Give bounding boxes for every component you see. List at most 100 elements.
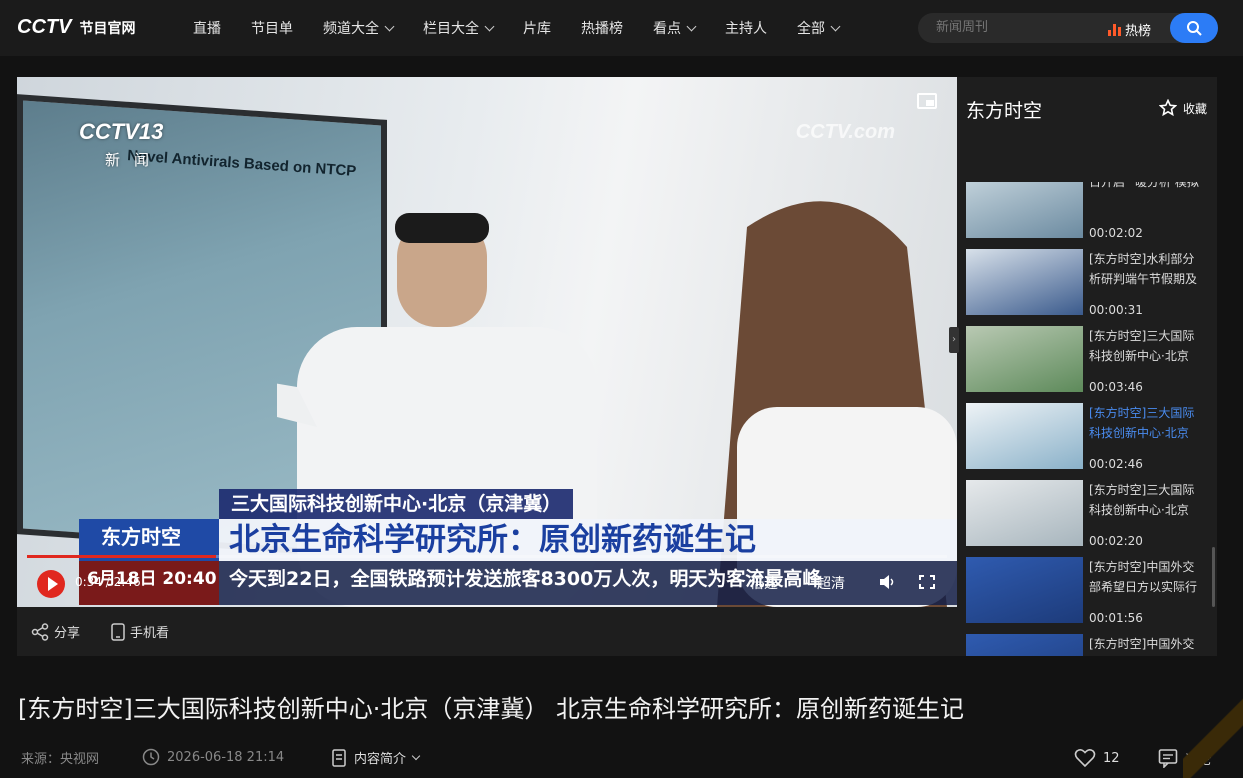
playlist-item-duration: 00:00:31 [1089, 303, 1143, 317]
panel-collapse-toggle[interactable]: › [949, 327, 959, 353]
video-thumbnail [966, 634, 1083, 656]
decorative-corner [1183, 660, 1243, 778]
nav-item[interactable]: 看点 [653, 18, 697, 38]
nav-item[interactable]: 主持人 [725, 18, 767, 38]
video-player[interactable]: Novel Antivirals Based on NTCP CCTV13 新闻… [17, 77, 957, 607]
search-input[interactable] [936, 13, 1096, 43]
nav-item[interactable]: 节目单 [251, 18, 293, 38]
play-icon [47, 577, 58, 591]
nav-item[interactable]: 栏目大全 [423, 18, 495, 38]
caption-top: 三大国际科技创新中心·北京（京津冀） [219, 489, 574, 519]
chevron-down-icon [686, 21, 697, 31]
channel-logo: CCTV13 [79, 119, 164, 144]
top-navbar: CCTV 节目官网 直播 节目单 频道大全 栏目大全 片库 热播榜 看点 主持人 全部 热榜 [0, 0, 1243, 56]
nav-item-label: 直播 [193, 21, 221, 37]
nav-item-label: 栏目大全 [423, 21, 479, 37]
playlist-item-meta: 日开启 “暖分析 模拟 00:02:02 [1083, 182, 1206, 240]
publish-datetime: 2026-06-18 21:14 [167, 749, 285, 765]
playlist-item-meta: [东方时空]中国外交部奉劝美方废除“延伸 [1083, 634, 1206, 656]
playlist-item-title: 日开启 “暖分析 模拟 [1089, 182, 1199, 189]
share-button[interactable]: 分享 [31, 622, 80, 641]
progress-bar[interactable] [27, 555, 947, 558]
player-container: Novel Antivirals Based on NTCP CCTV13 新闻… [17, 77, 1217, 656]
nav-item-label: 片库 [523, 21, 551, 37]
nav-item[interactable]: 全部 [797, 18, 841, 38]
playlist-item-meta: [东方时空]三大国际科技创新中心·北京（京 00:02:20 [1083, 480, 1206, 548]
progress-fill [27, 555, 216, 558]
playlist-item-title: [东方时空]中国外交部奉劝美方废除“延伸 [1089, 637, 1195, 651]
time-current: 0:34 [75, 575, 102, 589]
video-action-bar: 分享 手机看 [17, 607, 957, 656]
document-icon [332, 748, 346, 767]
cctv-logo-mark: CCTV [17, 16, 72, 38]
channel-sublabel: 新闻 [105, 151, 164, 169]
playlist-panel: 东方时空 收藏 日开启 “暖分析 模拟 00:02:02 [东方时空]水利部分析研判… [957, 77, 1217, 656]
source-info: 来源：央视网 [21, 748, 99, 767]
playlist-item-duration: 00:01:56 [1089, 611, 1143, 625]
search-button[interactable] [1170, 13, 1218, 43]
heart-icon [1074, 749, 1096, 768]
hot-list-link[interactable]: 热榜 [1108, 20, 1151, 39]
playlist-item[interactable]: [东方时空]三大国际科技创新中心·北京（京 00:02:46 [966, 403, 1206, 471]
like-count: 12 [1103, 750, 1120, 766]
nav-item[interactable]: 热播榜 [581, 18, 623, 38]
playlist-item[interactable]: [东方时空]三大国际科技创新中心·北京（京 00:03:46 [966, 326, 1206, 394]
playlist-item[interactable]: [东方时空]水利部分析研判端午节假期及未 00:00:31 [966, 249, 1206, 317]
playlist-item-duration: 00:03:46 [1089, 380, 1143, 394]
playlist-item[interactable]: 日开启 “暖分析 模拟 00:02:02 [966, 182, 1206, 240]
clock-icon [142, 748, 160, 766]
favorite-button[interactable]: 收藏 [1158, 99, 1207, 117]
playlist-item-duration: 00:02:20 [1089, 534, 1143, 548]
logo-text: 节目官网 [79, 20, 136, 37]
playlist-item-title: [东方时空]中国外交部希望日方以实际行动 [1089, 560, 1198, 594]
video-thumbnail [966, 557, 1083, 623]
playlist-item-duration: 00:02:46 [1089, 457, 1143, 471]
quality-button[interactable]: 超清 [817, 573, 845, 593]
play-button[interactable] [37, 570, 65, 598]
volume-icon[interactable] [879, 575, 895, 589]
intro-label: 内容简介 [354, 752, 407, 767]
page-title: [东方时空]三大国际科技创新中心·北京（京津冀） 北京生命科学研究所：原创新药诞… [18, 695, 964, 723]
playlist-item[interactable]: [东方时空]中国外交部希望日方以实际行动 00:01:56 [966, 557, 1206, 625]
hot-list-label: 热榜 [1125, 24, 1152, 39]
search-box: 热榜 [918, 13, 1218, 43]
hot-chart-icon [1108, 23, 1121, 36]
video-thumbnail [966, 249, 1083, 315]
player-controls: 0:34 / 2:46 倍速 超清 [17, 555, 957, 607]
fullscreen-icon[interactable] [919, 575, 935, 589]
star-icon [1158, 99, 1177, 117]
nav-item[interactable]: 片库 [523, 18, 551, 38]
nav-item-label: 热播榜 [581, 21, 623, 37]
nav-item-label: 节目单 [251, 21, 293, 37]
speed-button[interactable]: 倍速 [750, 573, 778, 593]
playlist-scrollbar[interactable] [1212, 547, 1215, 607]
share-icon [31, 622, 49, 641]
search-icon [1187, 21, 1202, 36]
video-thumbnail [966, 403, 1083, 469]
video-thumbnail [966, 480, 1083, 546]
favorite-label: 收藏 [1182, 101, 1207, 116]
chevron-down-icon [411, 751, 421, 760]
time-total: 2:46 [113, 575, 141, 589]
playlist-item-title: [东方时空]三大国际科技创新中心·北京（京 [1089, 329, 1195, 363]
like-button[interactable]: 12 [1074, 748, 1120, 768]
site-logo[interactable]: CCTV 节目官网 [17, 16, 135, 39]
comment-icon [1158, 749, 1178, 768]
publish-time: 2026-06-18 21:14 [142, 748, 284, 766]
playlist-item-meta: [东方时空]三大国际科技创新中心·北京（京 00:02:46 [1083, 403, 1206, 471]
chevron-down-icon [830, 21, 841, 31]
playlist-item[interactable]: [东方时空]三大国际科技创新中心·北京（京 00:02:20 [966, 480, 1206, 548]
playlist-item[interactable]: [东方时空]中国外交部奉劝美方废除“延伸 [966, 634, 1206, 656]
intro-toggle[interactable]: 内容简介 [331, 748, 421, 767]
playlist-item-duration: 00:02:02 [1089, 226, 1143, 240]
nav-item-label: 主持人 [725, 21, 767, 37]
picture-in-picture-icon[interactable] [917, 93, 937, 109]
playlist-item-meta: [东方时空]中国外交部希望日方以实际行动 00:01:56 [1083, 557, 1206, 625]
nav-item[interactable]: 频道大全 [323, 18, 395, 38]
nav-item[interactable]: 直播 [193, 18, 221, 38]
playlist-item-meta: [东方时空]三大国际科技创新中心·北京（京 00:03:46 [1083, 326, 1206, 394]
watch-on-mobile-button[interactable]: 手机看 [111, 622, 169, 641]
share-label: 分享 [54, 626, 81, 641]
source-label: 来源：央视网 [21, 752, 100, 767]
playlist-title: 东方时空 [966, 100, 1043, 122]
